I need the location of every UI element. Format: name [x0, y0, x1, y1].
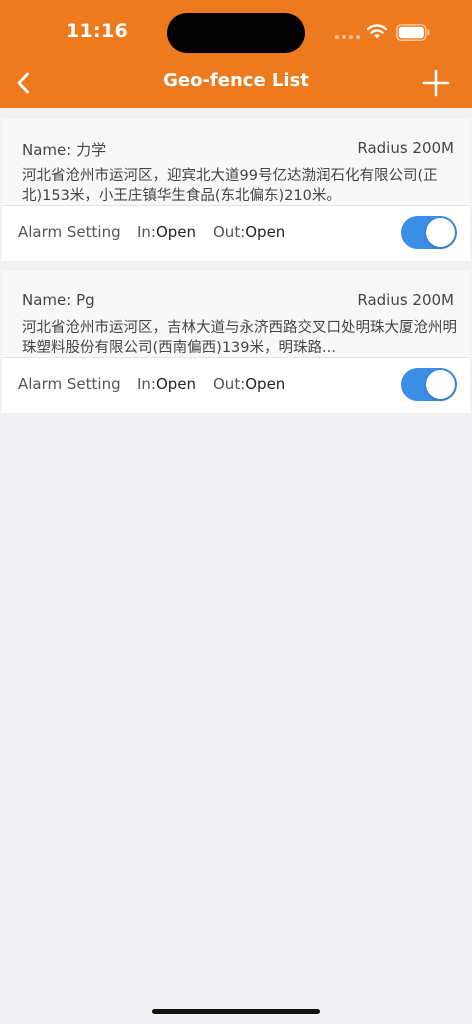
fence-card[interactable]: Name: Pg Radius 200M 河北省沧州市运河区，吉林大道与永济西路…	[2, 271, 470, 413]
alarm-setting-row: Alarm Setting In:Open Out:Open	[2, 206, 470, 261]
in-value: Open	[155, 375, 197, 393]
status-time: 11:16	[66, 20, 128, 42]
in-status: In:Open	[137, 375, 196, 393]
in-label: In:	[137, 223, 156, 241]
cellular-signal-icon	[335, 35, 360, 39]
out-label: Out:	[213, 375, 246, 393]
out-status: Out:Open	[213, 375, 285, 393]
in-status: In:Open	[137, 223, 196, 241]
fence-address: 河北省沧州市运河区，吉林大道与永济西路交叉口处明珠大厦沧州明珠塑料股份有限公司(…	[22, 320, 457, 356]
fence-address: 河北省沧州市运河区，迎宾北大道99号亿达渤润石化有限公司(正北)153米，小王庄…	[22, 168, 438, 204]
page-title: Geo-fence List	[163, 70, 309, 91]
battery-icon	[396, 24, 430, 41]
header-bar: 11:16 Geo-fence List	[0, 0, 472, 108]
toggle-knob	[426, 218, 455, 247]
alarm-setting-label: Alarm Setting	[18, 375, 121, 393]
fence-radius: Radius 200M	[357, 139, 454, 157]
out-value: Open	[245, 375, 286, 393]
out-status: Out:Open	[213, 223, 285, 241]
in-value: Open	[155, 223, 197, 241]
dynamic-island	[167, 13, 305, 53]
out-label: Out:	[213, 223, 246, 241]
in-label: In:	[137, 375, 156, 393]
alarm-setting-label: Alarm Setting	[18, 223, 121, 241]
fence-info[interactable]: Name: Pg Radius 200M 河北省沧州市运河区，吉林大道与永济西路…	[2, 271, 470, 357]
alarm-toggle[interactable]	[401, 368, 457, 401]
alarm-toggle[interactable]	[401, 216, 457, 249]
wifi-icon	[367, 24, 387, 39]
home-indicator[interactable]	[152, 1009, 320, 1014]
fence-name: Name: Pg	[22, 291, 95, 309]
alarm-setting-row: Alarm Setting In:Open Out:Open	[2, 358, 470, 413]
fence-info[interactable]: Name: 力学 Radius 200M 河北省沧州市运河区，迎宾北大道99号亿…	[2, 119, 470, 205]
fence-radius: Radius 200M	[357, 291, 454, 309]
fence-card[interactable]: Name: 力学 Radius 200M 河北省沧州市运河区，迎宾北大道99号亿…	[2, 119, 470, 261]
toggle-knob	[426, 370, 455, 399]
add-fence-button[interactable]	[420, 67, 452, 99]
fence-name: Name: 力学	[22, 141, 107, 159]
out-value: Open	[245, 223, 286, 241]
plus-icon	[422, 69, 450, 97]
